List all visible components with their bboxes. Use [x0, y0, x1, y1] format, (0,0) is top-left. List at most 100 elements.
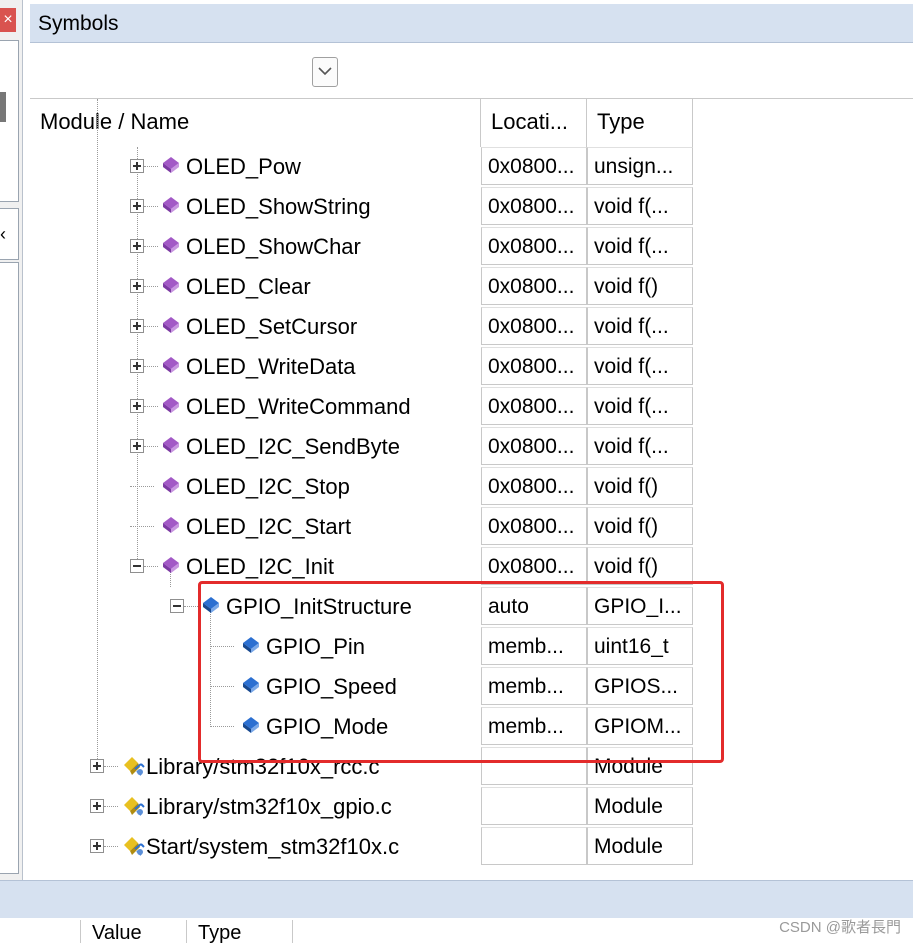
tree-row[interactable]: OLED_SetCursor 0x0800... void f(...	[30, 307, 693, 347]
symbol-location	[481, 827, 587, 865]
symbol-type: void f()	[587, 267, 693, 305]
function-icon	[160, 273, 182, 299]
tree-row[interactable]: OLED_I2C_Init 0x0800... void f()	[30, 547, 693, 587]
lower-column-type[interactable]: Type	[198, 922, 241, 945]
tree-connector-line	[130, 526, 154, 527]
expand-icon[interactable]	[130, 319, 144, 333]
function-icon	[160, 233, 182, 259]
filter-dropdown-button[interactable]	[312, 57, 338, 87]
expand-icon[interactable]	[130, 239, 144, 253]
tree-connector-line	[210, 646, 234, 647]
symbol-type: void f()	[587, 547, 693, 585]
symbol-location: auto	[481, 587, 587, 625]
symbol-name: OLED_I2C_Stop	[186, 474, 350, 499]
collapse-icon[interactable]: ‹	[0, 208, 19, 260]
column-header-type[interactable]: Type	[587, 99, 693, 147]
tree-connector-line	[184, 606, 198, 607]
tree-connector-line	[144, 246, 158, 247]
symbol-location: 0x0800...	[481, 467, 587, 505]
tree-connector-line	[210, 726, 234, 727]
symbol-location: 0x0800...	[481, 427, 587, 465]
function-icon	[160, 433, 182, 459]
filter-bar	[30, 43, 913, 98]
expand-icon[interactable]	[90, 759, 104, 773]
lower-column-value[interactable]: Value	[92, 922, 142, 945]
tree-row[interactable]: OLED_I2C_SendByte 0x0800... void f(...	[30, 427, 693, 467]
expand-icon[interactable]	[130, 159, 144, 173]
symbol-name: GPIO_Pin	[266, 634, 366, 659]
tree-row-name-cell: OLED_ShowChar	[30, 227, 481, 267]
left-panel-list	[0, 262, 19, 874]
tree-row-name-cell: GPIO_InitStructure	[30, 587, 481, 627]
tree-row[interactable]: GPIO_Mode memb... GPIOM...	[30, 707, 693, 747]
symbol-location: 0x0800...	[481, 387, 587, 425]
symbol-name: OLED_I2C_Start	[186, 514, 352, 539]
splitter-handle[interactable]	[0, 92, 6, 122]
symbol-name: OLED_SetCursor	[186, 314, 358, 339]
function-icon	[160, 313, 182, 339]
variable-icon	[200, 593, 222, 619]
symbol-name: OLED_ShowChar	[186, 234, 361, 259]
tree-row-name-cell: OLED_WriteCommand	[30, 387, 481, 427]
tree-row-name-cell: Library/stm32f10x_gpio.c	[30, 787, 481, 827]
tree-row[interactable]: OLED_Clear 0x0800... void f()	[30, 267, 693, 307]
symbol-type: Module	[587, 827, 693, 865]
tree-connector-line	[144, 566, 158, 567]
tree-row-name-cell: OLED_I2C_Stop	[30, 467, 481, 507]
close-icon[interactable]: ×	[0, 8, 16, 32]
symbol-type: void f(...	[587, 227, 693, 265]
symbol-type: void f(...	[587, 187, 693, 225]
tree-row[interactable]: OLED_WriteCommand 0x0800... void f(...	[30, 387, 693, 427]
symbol-location: 0x0800...	[481, 307, 587, 345]
tree-connector-line	[104, 806, 118, 807]
tree-row-name-cell: Start/system_stm32f10x.c	[30, 827, 481, 867]
collapse-icon[interactable]	[130, 559, 144, 573]
tree-connector-line	[144, 446, 158, 447]
tree-row[interactable]: Library/stm32f10x_rcc.c Module	[30, 747, 693, 787]
tree-connector-line	[104, 766, 118, 767]
symbol-location: memb...	[481, 667, 587, 705]
tree-row[interactable]: OLED_Pow 0x0800... unsign...	[30, 147, 693, 187]
symbol-name: OLED_WriteCommand	[186, 394, 411, 419]
symbol-name: OLED_I2C_SendByte	[186, 434, 401, 459]
tree-row[interactable]: GPIO_Speed memb... GPIOS...	[30, 667, 693, 707]
tree-row[interactable]: Library/stm32f10x_gpio.c Module	[30, 787, 693, 827]
tree-row[interactable]: Start/system_stm32f10x.c Module	[30, 827, 693, 867]
tree-row[interactable]: OLED_I2C_Stop 0x0800... void f()	[30, 467, 693, 507]
tree-row-name-cell: OLED_Clear	[30, 267, 481, 307]
tree-row[interactable]: OLED_I2C_Start 0x0800... void f()	[30, 507, 693, 547]
symbol-type: GPIO_I...	[587, 587, 693, 625]
expand-icon[interactable]	[130, 199, 144, 213]
tree-row-name-cell: OLED_Pow	[30, 147, 481, 187]
symbol-name: GPIO_InitStructure	[226, 594, 412, 619]
tree-row[interactable]: OLED_ShowString 0x0800... void f(...	[30, 187, 693, 227]
expand-icon[interactable]	[130, 279, 144, 293]
symbol-location: 0x0800...	[481, 227, 587, 265]
tree-row[interactable]: OLED_WriteData 0x0800... void f(...	[30, 347, 693, 387]
expand-icon[interactable]	[90, 839, 104, 853]
tree-row[interactable]: OLED_ShowChar 0x0800... void f(...	[30, 227, 693, 267]
expand-icon[interactable]	[130, 399, 144, 413]
expand-icon[interactable]	[130, 359, 144, 373]
symbol-location	[481, 787, 587, 825]
column-header-location[interactable]: Locati...	[481, 99, 587, 147]
tree-row-name-cell: GPIO_Mode	[30, 707, 481, 747]
tree-connector-line	[104, 846, 118, 847]
symbol-type: void f()	[587, 507, 693, 545]
tree-connector-line	[144, 166, 158, 167]
function-icon	[160, 393, 182, 419]
function-icon	[160, 193, 182, 219]
symbol-name: Library/stm32f10x_rcc.c	[146, 754, 380, 779]
tree-connector-line	[144, 326, 158, 327]
tree-connector-line	[144, 406, 158, 407]
tree-row-name-cell: OLED_SetCursor	[30, 307, 481, 347]
expand-icon[interactable]	[130, 439, 144, 453]
symbol-location: 0x0800...	[481, 147, 587, 185]
symbol-location: 0x0800...	[481, 507, 587, 545]
symbol-name: OLED_WriteData	[186, 354, 356, 379]
expand-icon[interactable]	[90, 799, 104, 813]
tree-row[interactable]: GPIO_InitStructure auto GPIO_I...	[30, 587, 693, 627]
module-icon	[120, 753, 145, 779]
collapse-icon[interactable]	[170, 599, 184, 613]
tree-row[interactable]: GPIO_Pin memb... uint16_t	[30, 627, 693, 667]
